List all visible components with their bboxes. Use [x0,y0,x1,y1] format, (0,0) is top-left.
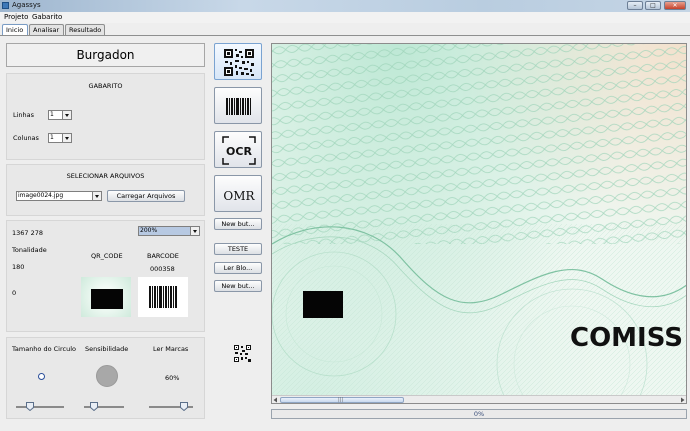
linhas-value: 1 [50,111,54,118]
omr-icon: OMR [223,189,255,203]
zero-value: 0 [12,289,17,297]
progress-bar: 0% [271,409,687,419]
new-button-2[interactable]: New but... [214,280,262,292]
banknote-pattern-image: COMISS [272,44,686,403]
barcode-value: 000358 [150,265,175,273]
tab-divider [0,35,690,36]
ocr-icon: OCR [222,136,256,165]
menu-gabarito[interactable]: Gabarito [32,13,62,21]
sensitivity-label: Sensibilidade [85,345,129,353]
chevron-down-icon [92,192,101,200]
chevron-right-icon[interactable] [679,397,686,403]
menu-projeto[interactable]: Projeto [4,13,28,21]
canvas-horizontal-scrollbar[interactable]: ||| [272,395,686,403]
minimize-button[interactable]: – [627,1,643,10]
menu-bar: Projeto Gabarito [0,12,690,23]
controls-panel: Tamanho do Circulo Sensibilidade Ler Mar… [6,337,205,419]
project-title: Burgadon [6,43,205,67]
barcode-tool-button[interactable] [214,87,262,124]
qr-region-marker [303,291,343,318]
barcode-label: BARCODE [147,252,179,260]
circle-size-slider[interactable] [16,402,64,412]
qr-preview-image [81,277,131,317]
close-button[interactable]: ✕ [664,1,686,10]
qr-code-label: QR_CODE [91,252,123,260]
chevron-down-icon [62,111,71,119]
tonalidade-label: Tonalidade [12,246,47,254]
tab-inicio[interactable]: Inicio [2,24,28,35]
new-button-1[interactable]: New but... [214,218,262,230]
tab-resultado[interactable]: Resultado [65,24,105,35]
omr-tool-button[interactable]: OMR [214,175,262,212]
arquivos-panel: SELECIONAR ARQUIVOS image0024.jpg Carreg… [6,164,205,216]
colunas-value: 1 [50,134,54,141]
zoom-select[interactable]: 200% [138,226,200,236]
chevron-down-icon [190,227,199,235]
slider-knob-icon[interactable] [179,402,188,411]
omr-label: OMR [223,189,255,203]
sensitivity-slider[interactable] [84,402,124,412]
progress-label: 0% [473,410,485,418]
scrollbar-grip: ||| [338,397,344,403]
circle-size-preview [38,373,45,380]
file-value: image0024.jpg [18,192,64,199]
window-title: Agassys [12,1,41,9]
linhas-select[interactable]: 1 [48,110,72,120]
read-blocks-button[interactable]: Ler Blo... [214,262,262,274]
window-titlebar[interactable]: Agassys – □ ✕ [0,0,690,12]
sensitivity-preview [96,365,118,387]
gabarito-panel: GABARITO Linhas 1 Colunas 1 [6,73,205,160]
load-files-button[interactable]: Carregar Arquivos [107,190,185,202]
zoom-value: 200% [140,227,158,234]
slider-track [16,406,64,408]
slider-knob-icon[interactable] [90,402,99,411]
ocr-tool-button[interactable]: OCR [214,131,262,168]
ocr-label: OCR [226,145,252,158]
banknote-text: COMISS [570,323,683,353]
qr-code-icon [234,345,251,362]
linhas-label: Linhas [13,111,35,119]
arquivos-title: SELECIONAR ARQUIVOS [66,172,145,180]
qr-black-region [91,289,123,309]
circle-size-label: Tamanho do Circulo [12,345,76,353]
chevron-down-icon [62,134,71,142]
barcode-icon [149,286,177,308]
qr-code-tool-button[interactable] [214,43,262,80]
slider-knob-icon[interactable] [26,402,34,411]
read-marks-label: Ler Marcas [153,345,189,353]
colunas-label: Colunas [13,134,39,142]
read-marks-slider[interactable] [149,402,193,412]
read-marks-value: 60% [165,374,180,382]
info-panel: 1367 278 200% Tonalidade 180 0 QR_CODE B… [6,220,205,332]
barcode-icon [226,98,251,115]
gabarito-title: GABARITO [88,82,123,90]
teste-button[interactable]: TESTE [214,243,262,255]
coords-readout: 1367 278 [12,229,44,237]
tonalidade-value: 180 [12,263,25,271]
app-icon [2,2,9,9]
barcode-preview-image [138,277,188,317]
file-select[interactable]: image0024.jpg [16,191,102,201]
maximize-button[interactable]: □ [645,1,661,10]
qr-code-icon [224,49,254,76]
image-canvas[interactable]: COMISS [271,43,687,404]
colunas-select[interactable]: 1 [48,133,72,143]
tab-analisar[interactable]: Analisar [29,24,64,35]
chevron-left-icon[interactable] [272,397,279,403]
